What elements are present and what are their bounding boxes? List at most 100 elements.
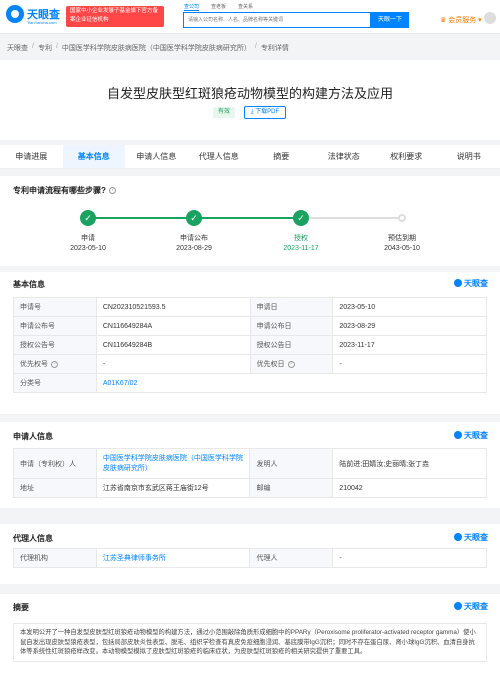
basic-info-heading: 基本信息: [13, 280, 45, 289]
avatar[interactable]: [484, 12, 496, 24]
agent-value: -: [332, 548, 487, 568]
field-value: 2023-05-10: [332, 297, 487, 317]
breadcrumb-home[interactable]: 天眼查: [7, 43, 28, 53]
breadcrumb-separator: /: [254, 43, 257, 50]
site-logo[interactable]: 天眼查 TianYancha.com: [6, 4, 64, 30]
field-value: 2023-08-29: [332, 316, 487, 336]
table-row: 申请号 CN202310521593.5 申请日 2023-05-10: [13, 297, 487, 317]
field-label: 代理机构: [13, 548, 97, 568]
breadcrumb-separator: /: [55, 43, 58, 50]
gov-badge: 国家中小企业发展子基金旗下官方备案企业征信机构: [66, 6, 164, 27]
search-box: [183, 12, 371, 28]
field-label: 申请公布日: [249, 316, 334, 336]
tab-progress[interactable]: 申请进展: [0, 145, 63, 168]
tab-applicant[interactable]: 申请人信息: [125, 145, 188, 168]
step-label: 申请公布: [180, 235, 208, 242]
progress-heading: 专利申请流程有哪些步骤??: [13, 185, 116, 196]
tab-basic-info[interactable]: 基本信息: [62, 145, 125, 168]
field-label: 申请（专利权）人: [13, 448, 97, 479]
download-pdf-label: 下载PDF: [255, 109, 280, 115]
field-value: -: [95, 354, 251, 374]
agent-card: 代理人信息 天眼查 代理机构 江苏圣典律师事务所 代理人 -: [0, 524, 500, 584]
tab-claims[interactable]: 权利要求: [375, 145, 438, 168]
download-pdf-button[interactable]: ⤓ 下载PDF: [244, 106, 286, 119]
field-label: 地址: [13, 478, 97, 498]
step-label: 申请: [81, 235, 95, 242]
table-row: 授权公告号 CN116649284B 授权公告日 2023-11-17: [13, 335, 487, 355]
table-row: 分类号 A01K67/02: [13, 373, 488, 393]
help-icon[interactable]: ?: [51, 360, 58, 368]
step-label: 预估到期: [388, 235, 416, 242]
search-tab-relation[interactable]: 查关系: [238, 3, 253, 11]
field-label: 优先权号?: [13, 354, 97, 374]
table-row: 申请公布号 CN116649284A 申请公布日 2023-08-29: [13, 316, 487, 336]
step-label: 授权: [294, 235, 308, 242]
member-label: 会员服务: [448, 17, 477, 24]
field-label: 邮编: [249, 478, 334, 498]
tab-abstract[interactable]: 摘要: [250, 145, 313, 168]
member-service-link[interactable]: ♛ 会员服务 ▾: [440, 15, 482, 25]
search-button[interactable]: 天眼一下: [371, 12, 409, 28]
title-card: 自发型皮肤型红斑狼疮动物模型的构建方法及应用 有效 ⤓ 下载PDF: [0, 60, 500, 140]
field-value: CN116649284B: [95, 335, 251, 355]
field-value: CN202310521593.5: [95, 297, 251, 317]
abstract-heading: 摘要: [13, 603, 29, 612]
postcode-value: 210042: [332, 478, 487, 498]
check-icon: ✓: [186, 210, 202, 226]
field-label: 申请公布号: [13, 316, 97, 336]
check-icon: ✓: [293, 210, 309, 226]
search-tab-boss[interactable]: 查老板: [211, 3, 226, 11]
breadcrumb-patent[interactable]: 专利: [38, 43, 52, 53]
step-date: 2023-11-17: [283, 245, 319, 252]
tab-description[interactable]: 说明书: [438, 145, 500, 168]
help-icon[interactable]: ?: [287, 360, 295, 368]
field-label: 分类号: [13, 373, 97, 393]
table-row: 申请（专利权）人 中国医学科学院皮肤病医院（中国医学科学院皮肤病研究所） 发明人…: [13, 448, 487, 479]
applicant-link[interactable]: 中国医学科学院皮肤病医院（中国医学科学院皮肤病研究所）: [103, 455, 243, 472]
tab-agent[interactable]: 代理人信息: [188, 145, 251, 168]
field-value: 2023-11-17: [332, 335, 487, 355]
progress-card: 专利申请流程有哪些步骤?? ✓ ✓ ✓ 申请 2023-05-10 申请公布 2…: [0, 176, 500, 266]
chevron-down-icon: ▾: [476, 17, 482, 24]
applicant-value: 中国医学科学院皮肤病医院（中国医学科学院皮肤病研究所）: [95, 448, 251, 479]
pending-dot-icon: [398, 214, 406, 222]
watermark-logo: 天眼查: [454, 430, 488, 441]
progress-heading-text: 专利申请流程有哪些步骤?: [13, 186, 106, 195]
field-label-text: 优先权号: [20, 361, 48, 368]
classification-value: A01K67/02: [95, 373, 488, 393]
field-label: 优先权日?: [249, 354, 334, 374]
agency-value: 江苏圣典律师事务所: [95, 548, 251, 568]
step-date: 2043-05-10: [384, 245, 420, 252]
crown-icon: ♛: [440, 17, 449, 24]
applicant-card: 申请人信息 天眼查 申请（专利权）人 中国医学科学院皮肤病医院（中国医学科学院皮…: [0, 422, 500, 508]
address-value: 江苏省南京市玄武区蒋王庙街12号: [95, 478, 251, 498]
table-row: 优先权号? - 优先权日? -: [13, 354, 487, 374]
watermark-logo: 天眼查: [454, 601, 488, 612]
search-tab-company[interactable]: 查公司: [184, 3, 200, 11]
field-label: 授权公告号: [13, 335, 97, 355]
field-label: 申请日: [249, 297, 334, 317]
step-date: 2023-05-10: [70, 245, 106, 252]
breadcrumb-current: 专利详情: [260, 45, 289, 52]
tab-legal-status[interactable]: 法律状态: [313, 145, 376, 168]
applicant-heading: 申请人信息: [13, 432, 53, 441]
agency-link[interactable]: 江苏圣典律师事务所: [103, 555, 166, 562]
watermark-logo: 天眼查: [454, 532, 488, 543]
basic-info-table: 申请号 CN202310521593.5 申请日 2023-05-10 申请公布…: [13, 297, 488, 393]
field-value: CN116649284A: [95, 316, 251, 336]
top-bar: 天眼查 TianYancha.com 国家中小企业发展子基金旗下官方备案企业征信…: [0, 0, 500, 34]
breadcrumb-company[interactable]: 中国医学科学院皮肤病医院（中国医学科学院皮肤病研究所）: [62, 43, 251, 53]
classification-link[interactable]: A01K67/02: [103, 380, 138, 387]
table-row: 代理机构 江苏圣典律师事务所 代理人 -: [13, 548, 487, 568]
agent-table: 代理机构 江苏圣典律师事务所 代理人 -: [13, 548, 487, 568]
inventor-value: 陆前进;田婧汝;史丽晴;张丁垚: [332, 448, 487, 479]
search-type-tabs: 查公司 查老板 查关系: [184, 3, 253, 11]
applicant-table: 申请（专利权）人 中国医学科学院皮肤病医院（中国医学科学院皮肤病研究所） 发明人…: [13, 448, 487, 498]
search-input[interactable]: [188, 15, 368, 25]
abstract-card: 摘要 天眼查 本发明公开了一种自发型皮肤型红斑狼疮动物模型的构建方法，通过小范围…: [0, 594, 500, 691]
field-label: 申请号: [13, 297, 97, 317]
progress-line-pending: [301, 217, 402, 219]
help-icon[interactable]: ?: [108, 187, 116, 195]
abstract-text: 本发明公开了一种自发型皮肤型红斑狼疮动物模型的构建方法，通过小范围敲除角质形成细…: [13, 623, 487, 662]
field-label: 授权公告日: [249, 335, 334, 355]
